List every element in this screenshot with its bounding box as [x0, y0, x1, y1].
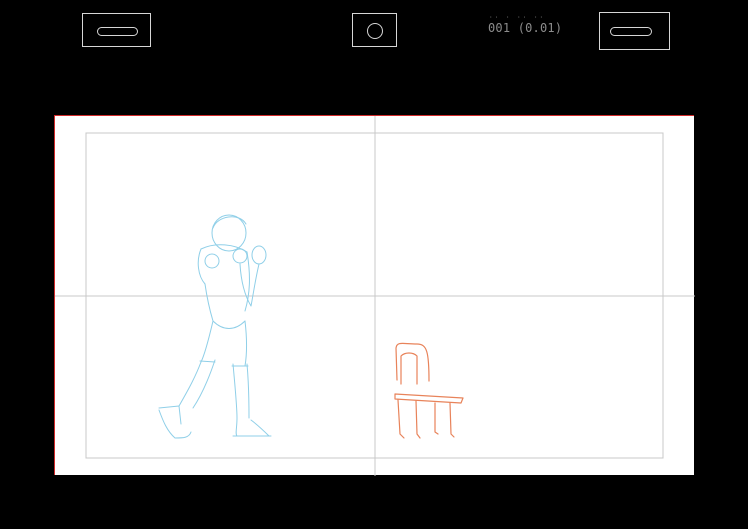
center-toolbar-button[interactable]	[352, 13, 397, 47]
frame-counter-marks: ·· · ·· ··	[489, 14, 546, 21]
right-toolbar-button[interactable]	[599, 12, 670, 50]
chair-leg	[415, 400, 421, 439]
figure-fist	[251, 245, 267, 265]
drawing-canvas[interactable]	[54, 115, 695, 476]
chair-sketch[interactable]	[394, 342, 464, 439]
slot-icon	[97, 27, 138, 36]
figure-shoulder-right	[232, 248, 248, 264]
chair-seat	[394, 393, 464, 404]
slot-icon	[610, 27, 652, 36]
figure-sketch[interactable]	[158, 214, 272, 439]
chair-leg	[434, 402, 439, 435]
canvas-svg	[55, 116, 695, 476]
figure-shoulder-left	[204, 253, 220, 269]
frame-counter-text: 001 (0.01)	[488, 21, 563, 35]
circle-icon	[367, 23, 383, 39]
animation-stage: ·· · ·· ·· 001 (0.01)	[0, 0, 748, 529]
chair-leg	[449, 402, 455, 438]
frame-counter: ·· · ·· ·· 001 (0.01)	[486, 14, 562, 38]
chair-leg	[397, 399, 405, 439]
left-toolbar-button[interactable]	[82, 13, 151, 47]
